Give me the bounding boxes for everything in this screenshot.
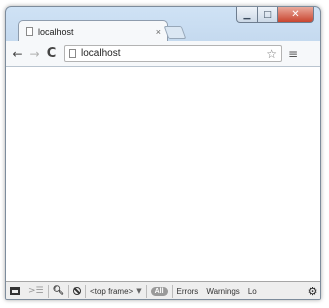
- dock-button[interactable]: [6, 282, 24, 300]
- url-text: localhost: [81, 48, 121, 59]
- reload-button[interactable]: C: [43, 45, 60, 62]
- forward-button[interactable]: →: [26, 45, 43, 62]
- bookmark-star-icon[interactable]: ☆: [266, 47, 277, 61]
- search-icon: 🔍︎: [52, 286, 65, 296]
- minimize-button[interactable]: ▁: [236, 7, 258, 23]
- filter-errors-button[interactable]: Errors: [173, 282, 203, 300]
- chevron-down-icon: ▼: [136, 287, 142, 295]
- settings-button[interactable]: ⚙: [305, 282, 320, 299]
- filter-errors-label: Errors: [176, 286, 199, 296]
- search-button[interactable]: 🔍︎: [49, 282, 68, 300]
- close-icon: ✕: [291, 9, 300, 20]
- back-button[interactable]: ←: [9, 45, 26, 62]
- back-arrow-icon: ←: [12, 46, 23, 61]
- browser-toolbar: ← → C localhost ☆ ≡: [6, 41, 320, 67]
- page-viewport: [6, 67, 320, 281]
- page-icon: [69, 49, 76, 58]
- filter-logs-label: Lo: [247, 286, 257, 296]
- clear-console-button[interactable]: [69, 282, 85, 300]
- page-icon: [26, 27, 33, 36]
- close-window-button[interactable]: ✕: [278, 7, 314, 23]
- tab-title: localhost: [38, 26, 74, 37]
- reload-icon: C: [46, 46, 57, 61]
- window-controls: ▁ □ ✕: [236, 7, 314, 23]
- drawer-button[interactable]: >☰: [24, 282, 48, 300]
- filter-logs-button[interactable]: Lo: [244, 282, 261, 300]
- address-bar[interactable]: localhost ☆: [64, 45, 282, 62]
- gear-icon: ⚙: [307, 284, 318, 298]
- minimize-icon: ▁: [243, 9, 251, 20]
- clear-console-icon: [73, 287, 82, 295]
- frame-selector[interactable]: <top frame> ▼: [86, 282, 146, 300]
- console-drawer-icon: >☰: [28, 286, 44, 296]
- dock-icon: [10, 287, 20, 295]
- browser-window: ▁ □ ✕ localhost × ← → C localhost ☆ ≡ >☰…: [5, 6, 321, 300]
- tab-close-icon[interactable]: ×: [156, 27, 161, 37]
- devtools-console-bar: >☰ 🔍︎ <top frame> ▼ All Errors Warnings …: [6, 281, 320, 300]
- filter-warnings-button[interactable]: Warnings: [202, 282, 244, 300]
- menu-icon[interactable]: ≡: [288, 47, 298, 61]
- new-tab-button[interactable]: [163, 26, 187, 39]
- browser-tab[interactable]: localhost ×: [18, 20, 168, 42]
- filter-all-button[interactable]: All: [147, 282, 172, 300]
- maximize-icon: □: [263, 9, 272, 20]
- filter-all-label: All: [150, 286, 168, 296]
- forward-arrow-icon: →: [29, 46, 40, 61]
- frame-selector-label: <top frame>: [90, 286, 134, 296]
- filter-warnings-label: Warnings: [206, 286, 240, 296]
- maximize-button[interactable]: □: [258, 7, 278, 23]
